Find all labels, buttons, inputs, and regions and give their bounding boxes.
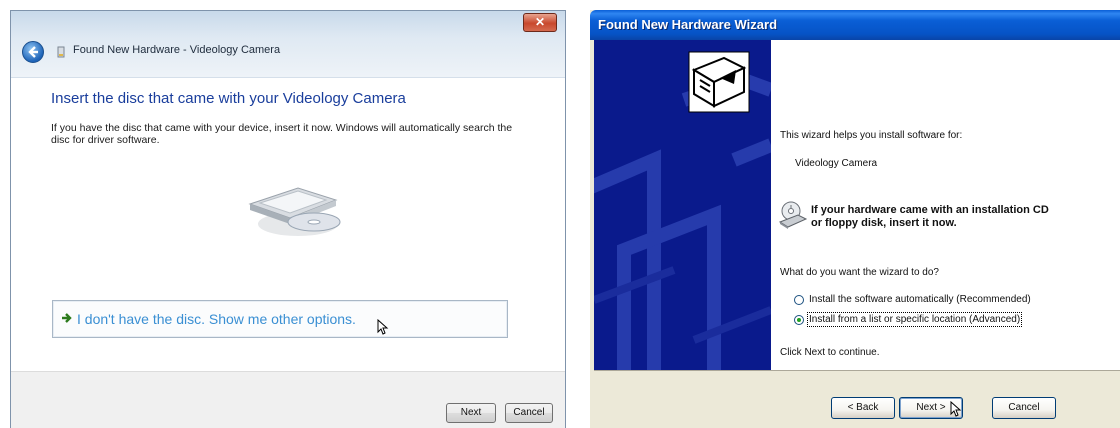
radio-label: Install the software automatically (Reco… bbox=[809, 294, 1031, 305]
cd-drive-icon bbox=[778, 200, 808, 230]
xp-wizard-window: Found New Hardware Wizard This wizard he… bbox=[590, 10, 1120, 428]
cancel-button[interactable]: Cancel bbox=[505, 403, 553, 423]
next-button[interactable]: Next bbox=[446, 403, 496, 423]
wizard-side-panel bbox=[594, 40, 771, 370]
wizard-content-area: This wizard helps you install software f… bbox=[771, 40, 1120, 370]
window-title: Found New Hardware Wizard bbox=[598, 17, 778, 32]
mouse-pointer-icon bbox=[377, 318, 389, 340]
cd-prompt-line-2: or floppy disk, insert it now. bbox=[811, 217, 957, 229]
question-text: What do you want the wizard to do? bbox=[780, 267, 939, 278]
page-heading: Insert the disc that came with your Vide… bbox=[51, 90, 406, 107]
radio-button[interactable] bbox=[794, 295, 804, 305]
window-title: Found New Hardware - Videology Camera bbox=[73, 44, 281, 56]
vista-button-bar: Next Cancel bbox=[11, 371, 565, 428]
vista-dialog-window: ✕ Found New Hardware - Videology Camera … bbox=[10, 10, 566, 428]
cd-prompt: If your hardware came with an installati… bbox=[811, 204, 1049, 230]
vista-content-area: Insert the disc that came with your Vide… bbox=[11, 77, 565, 372]
instruction-text: If you have the disc that came with your… bbox=[51, 122, 513, 146]
back-button[interactable]: < Back bbox=[831, 397, 895, 419]
cancel-button[interactable]: Cancel bbox=[992, 397, 1056, 419]
no-disc-option-button[interactable]: I don't have the disc. Show me other opt… bbox=[52, 300, 508, 338]
continue-hint: Click Next to continue. bbox=[780, 347, 880, 358]
radio-button-selected[interactable] bbox=[794, 315, 804, 325]
radio-label: Install from a list or specific location… bbox=[806, 312, 1023, 327]
intro-text: This wizard helps you install software f… bbox=[780, 130, 963, 141]
green-arrow-icon bbox=[61, 311, 75, 325]
no-disc-option-label: I don't have the disc. Show me other opt… bbox=[77, 311, 356, 327]
hardware-icon bbox=[57, 45, 65, 58]
disc-drive-illustration-icon bbox=[236, 180, 346, 240]
close-button[interactable]: ✕ bbox=[523, 13, 557, 32]
xp-button-bar: < Back Next > Cancel bbox=[594, 370, 1120, 428]
mouse-pointer-icon bbox=[950, 400, 962, 422]
device-name: Videology Camera bbox=[795, 158, 878, 169]
title-bar: Found New Hardware Wizard bbox=[590, 10, 1120, 40]
cd-prompt-line-1: If your hardware came with an installati… bbox=[811, 204, 1049, 216]
back-arrow-icon[interactable] bbox=[22, 41, 44, 63]
